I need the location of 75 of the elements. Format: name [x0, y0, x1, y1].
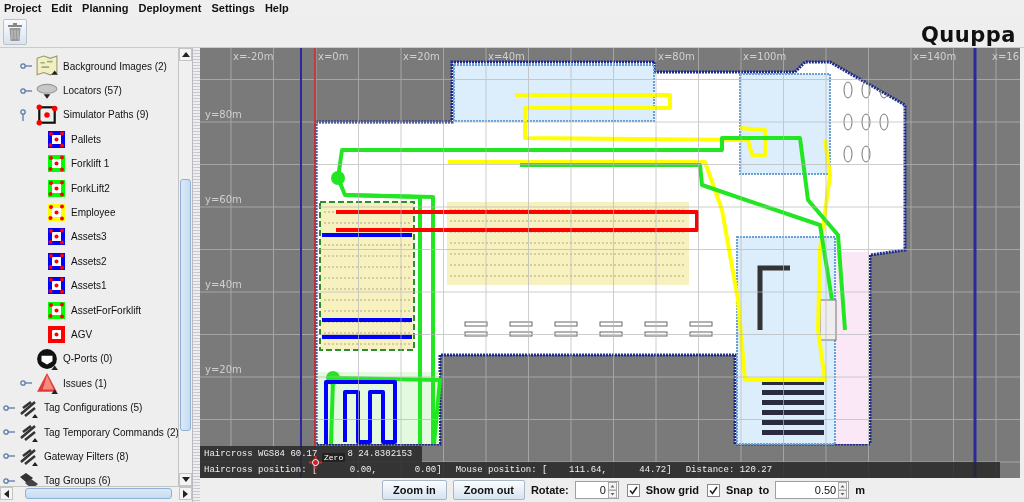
axis-label: x=80m	[658, 51, 695, 62]
splitter-handle[interactable]	[193, 48, 200, 502]
path-icon	[36, 103, 58, 126]
menu-item[interactable]: Deployment	[136, 2, 206, 14]
axis-label: x=16	[992, 51, 1020, 62]
tree-item[interactable]: Forklift 1	[71, 158, 110, 170]
axis-label: y=40m	[205, 279, 242, 290]
spinner-arrows-icon[interactable]	[838, 481, 848, 499]
tree-item[interactable]: Employee	[71, 207, 116, 219]
warning-icon	[36, 372, 58, 395]
status-text: Mouse position: [ 111.64, 44.72]	[455, 465, 672, 475]
zoom-out-button[interactable]: Zoom out	[452, 480, 525, 500]
snap-spinner[interactable]: 0.50	[775, 481, 850, 499]
rotate-label: Rotate:	[530, 484, 569, 496]
scroll-up-button[interactable]	[179, 48, 192, 61]
tree-item[interactable]: Assets2	[71, 255, 107, 267]
axis-label: x=-20m	[233, 51, 274, 62]
menu-item[interactable]: Help	[262, 2, 293, 14]
tree-item[interactable]: AssetForForklift	[71, 304, 141, 316]
axis-label: x=100m	[743, 51, 787, 62]
status-text: Distance: 120.27	[685, 465, 773, 475]
tree-item[interactable]: ForkLift2	[71, 182, 110, 194]
menu-item[interactable]: Settings	[209, 2, 259, 14]
tree-item[interactable]: Simulator Paths (9)	[63, 109, 149, 121]
menu-item[interactable]: Edit	[49, 2, 77, 14]
tree-item[interactable]: Tag Configurations (5)	[44, 402, 143, 414]
right-arrow-icon	[183, 489, 188, 498]
axis-label: x=40m	[488, 51, 525, 62]
axis-label: y=60m	[205, 194, 242, 205]
tag-icon	[19, 470, 39, 486]
show-grid-label: Show grid	[645, 484, 699, 496]
marker-label: Zero	[322, 453, 346, 462]
scroll-right-button[interactable]	[179, 487, 192, 500]
checkbox[interactable]	[706, 483, 720, 497]
snap-to-label: to	[758, 484, 770, 496]
down-arrow-icon	[181, 477, 190, 482]
delete-button[interactable]	[3, 18, 27, 45]
tree-item[interactable]: AGV	[71, 329, 93, 340]
coordinates-text: Haircross WGS84 60.17	[204, 449, 318, 459]
axis-label: x=140m	[913, 51, 957, 62]
tree-item[interactable]: Gateway Filters (8)	[44, 450, 129, 462]
checkbox[interactable]	[626, 483, 640, 497]
map-icon	[36, 55, 58, 78]
up-arrow-icon	[181, 52, 190, 57]
tree-item[interactable]: Locators (57)	[63, 85, 122, 97]
zoom-in-button[interactable]: Zoom in	[382, 480, 447, 500]
scrollbar-thumb[interactable]	[25, 488, 172, 499]
tree-item[interactable]: Tag Groups (6)	[44, 475, 111, 486]
axis-label: x=0m	[318, 51, 349, 62]
menu-item[interactable]: Project	[2, 2, 46, 14]
scrollbar-thumb[interactable]	[180, 179, 191, 431]
logo: Quuppa	[921, 22, 1016, 47]
tree-item[interactable]: Tag Temporary Commands (2)	[44, 426, 178, 438]
tree-item[interactable]: Background Images (2)	[63, 60, 167, 72]
unit-label: m	[855, 484, 866, 496]
menu-item[interactable]: Planning	[80, 2, 133, 14]
spinner-arrows-icon[interactable]	[607, 481, 617, 499]
tree-item[interactable]: Assets3	[71, 231, 107, 243]
scroll-down-button[interactable]	[179, 473, 192, 486]
tree-item[interactable]: Issues (1)	[63, 377, 107, 389]
tree-item[interactable]: Pallets	[71, 133, 101, 145]
horizontal-scrollbar[interactable]	[0, 486, 192, 500]
vertical-scrollbar[interactable]	[178, 48, 192, 486]
snap-label: Snap	[725, 484, 753, 496]
scroll-left-button[interactable]	[0, 487, 13, 500]
axis-label: x=20m	[403, 51, 440, 62]
left-arrow-icon	[4, 489, 9, 498]
tree-item[interactable]: Assets1	[71, 280, 107, 292]
axis-label: y=80m	[205, 109, 242, 120]
axis-label: y=20m	[205, 364, 242, 375]
trash-icon	[8, 22, 22, 41]
port-icon	[36, 347, 58, 370]
coordinates-text: 8 24.8302153	[347, 449, 413, 459]
rotate-spinner[interactable]: 0	[574, 481, 619, 499]
tree-item[interactable]: Q-Ports (0)	[63, 353, 113, 365]
